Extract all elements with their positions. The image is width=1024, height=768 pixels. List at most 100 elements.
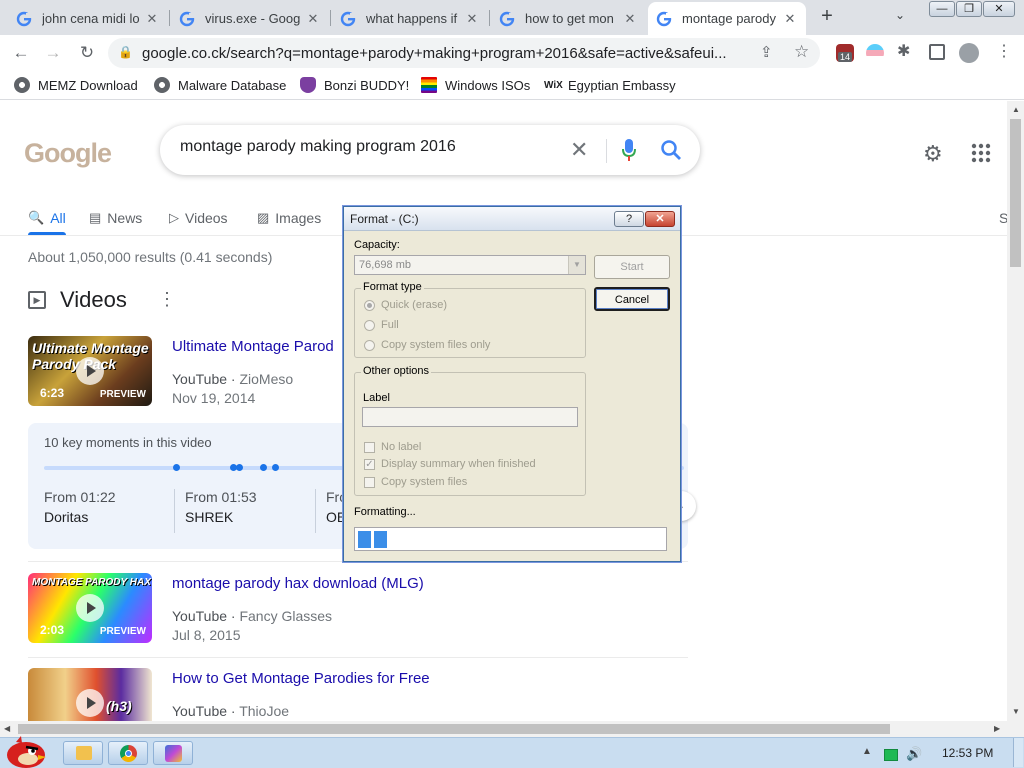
speaker-icon[interactable]: 🔊 [906,746,922,762]
extensions-puzzle-icon[interactable]: ✱ [897,41,915,60]
browser-tab-1[interactable]: john cena midi lo ✕ [8,2,168,35]
search-input[interactable] [180,138,560,156]
profile-avatar-icon[interactable] [959,43,979,63]
dropdown-arrow-icon[interactable]: ▼ [568,256,585,274]
url-text[interactable]: google.co.ck/search?q=montage+parody+mak… [142,45,752,62]
browser-tab-5-active[interactable]: montage parody ✕ [648,2,806,35]
tab-search-icon[interactable]: ⌄ [895,8,905,22]
start-button[interactable]: Start [594,255,670,279]
full-format-radio[interactable] [364,320,375,331]
key-moment-1[interactable]: From 01:22 Doritas [44,489,116,525]
close-tab-icon[interactable]: ✕ [305,11,321,27]
search-box[interactable]: ✕ [160,125,700,175]
cancel-button[interactable]: Cancel [594,287,670,311]
microphone-icon[interactable] [622,139,636,161]
video-thumbnail[interactable]: Ultimate Montage Parody Pack 6:23 PREVIE… [28,336,152,406]
globe-icon [14,77,30,93]
no-label-checkbox[interactable] [364,442,375,453]
minimize-window-button[interactable]: — [929,1,955,17]
dialog-titlebar[interactable]: Format - (C:) ? ✕ [344,207,680,231]
taskbar-chrome-button[interactable] [108,741,148,765]
search-divider [606,139,607,163]
video-title-link[interactable]: Ultimate Montage Parod [172,338,334,355]
scroll-up-arrow[interactable]: ▲ [1012,105,1020,114]
video-title-link[interactable]: montage parody hax download (MLG) [172,575,424,592]
browser-tab-3[interactable]: what happens if ✕ [332,2,488,35]
maximize-window-button[interactable]: ❐ [956,1,982,17]
scroll-right-arrow[interactable]: ▶ [994,724,1000,733]
vertical-scrollbar-thumb[interactable] [1010,119,1021,267]
horizontal-scrollbar-thumb[interactable] [18,724,890,734]
google-g-icon [656,11,672,26]
taskbar-clock[interactable]: 12:53 PM [942,746,993,760]
horizontal-scrollbar[interactable]: ◀ ▶ [0,721,1024,737]
tab-truncated[interactable]: S [999,205,1007,231]
bookmark-bonzi-buddy[interactable]: Bonzi BUDDY! [300,76,409,94]
video-thumbnail[interactable]: (h3) [28,668,152,721]
video-date: Nov 19, 2014 [172,390,256,406]
back-button[interactable]: ← [8,40,34,66]
tab-news[interactable]: ▤ News [89,205,142,231]
show-hidden-icons-arrow[interactable]: ▲ [862,746,872,757]
copy-system-files-checkbox[interactable] [364,477,375,488]
key-moment-marker[interactable] [173,464,180,471]
battery-icon[interactable] [884,749,898,761]
reload-button[interactable]: ↻ [74,40,100,66]
quick-erase-radio[interactable] [364,300,375,311]
side-panel-icon[interactable] [929,44,945,60]
tab-all[interactable]: 🔍 All [28,205,66,231]
key-moment-marker[interactable] [236,464,243,471]
key-moment-marker[interactable] [260,464,267,471]
close-tab-icon[interactable]: ✕ [782,11,798,27]
volume-label-input[interactable] [362,407,578,427]
capacity-select[interactable]: 76,698 mb ▼ [354,255,586,275]
clear-search-icon[interactable]: ✕ [570,137,588,163]
bookmark-memz[interactable]: MEMZ Download [14,76,138,94]
scroll-left-arrow[interactable]: ◀ [4,724,10,733]
scroll-down-arrow[interactable]: ▼ [1012,707,1020,716]
close-tab-icon[interactable]: ✕ [144,11,160,27]
play-icon [76,357,104,385]
angry-bird-start-button-icon[interactable] [2,733,48,768]
key-moment-marker[interactable] [272,464,279,471]
video-thumbnail[interactable]: MONTAGE PARODY HAX 2:03 PREVIEW [28,573,152,643]
help-button[interactable]: ? [614,211,644,227]
extension-flag-icon[interactable] [866,44,884,62]
display-summary-checkbox[interactable]: ✓ [364,459,375,470]
copy-system-files-only-radio[interactable] [364,340,375,351]
browser-tab-2[interactable]: virus.exe - Goog ✕ [171,2,329,35]
tab-separator [489,10,490,26]
google-doodle-logo[interactable]: Google [24,138,112,169]
desktop-screen: john cena midi lo ✕ virus.exe - Goog ✕ w… [0,0,1024,768]
close-window-button[interactable]: ✕ [983,1,1015,17]
tab-images[interactable]: ▨ Images [257,205,321,231]
taskbar-app-button[interactable] [153,741,193,765]
vertical-scrollbar[interactable]: ▲ ▼ [1007,101,1024,721]
address-bar[interactable]: 🔒 google.co.ck/search?q=montage+parody+m… [108,38,820,68]
search-icon[interactable] [660,139,682,161]
tab-videos[interactable]: ▷ Videos [169,205,228,231]
video-title-link[interactable]: How to Get Montage Parodies for Free [172,670,430,687]
close-tab-icon[interactable]: ✕ [622,11,638,27]
thumbnail-caption: (h3) [106,698,132,714]
google-apps-grid-icon[interactable] [971,143,991,163]
news-icon: ▤ [89,210,102,225]
dialog-close-button[interactable]: ✕ [645,211,675,227]
browser-menu-icon[interactable]: ⋮ [996,41,1012,60]
close-tab-icon[interactable]: ✕ [464,11,480,27]
taskbar-explorer-button[interactable] [63,741,103,765]
video-duration: 6:23 [40,386,65,400]
show-desktop-button[interactable] [1013,738,1023,767]
key-moment-2[interactable]: From 01:53 SHREK [185,489,257,525]
bookmark-egyptian-embassy[interactable]: WiX Egyptian Embassy [544,76,676,94]
bookmark-windows-isos[interactable]: Windows ISOs [421,76,530,94]
quick-erase-label: Quick (erase) [381,299,448,311]
bookmark-malware-database[interactable]: Malware Database [154,76,286,94]
more-options-icon[interactable]: ⋮ [158,289,176,310]
bookmark-star-icon[interactable]: ☆ [794,42,809,62]
forward-button[interactable]: → [40,40,66,66]
share-icon[interactable]: ⇪ [760,43,773,61]
settings-gear-icon[interactable]: ⚙ [923,141,943,167]
browser-tab-4[interactable]: how to get mon ✕ [491,2,646,35]
new-tab-button[interactable]: + [816,5,838,27]
